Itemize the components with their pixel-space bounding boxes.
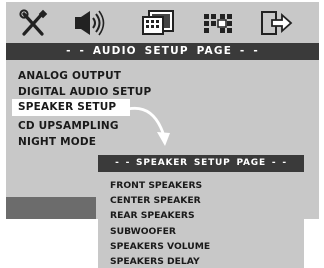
submenu-item-speakers-delay[interactable]: SPEAKERS DELAY	[110, 255, 200, 268]
tools-icon[interactable]	[16, 8, 52, 38]
menu-item-speaker-setup[interactable]: SPEAKER SETUP	[18, 100, 116, 115]
panel-footer	[6, 197, 96, 219]
menu-item-cd-upsampling[interactable]: CD UPSAMPLING	[18, 119, 119, 134]
menu-item-digital-audio-setup[interactable]: DIGITAL AUDIO SETUP	[18, 85, 151, 100]
exit-icon[interactable]	[258, 8, 294, 38]
submenu-item-speakers-volume[interactable]: SPEAKERS VOLUME	[110, 240, 210, 253]
submenu-item-center-speaker[interactable]: CENTER SPEAKER	[110, 194, 201, 207]
submenu-item-subwoofer[interactable]: SUBWOOFER	[110, 225, 176, 238]
submenu-item-front-speakers[interactable]: FRONT SPEAKERS	[110, 179, 202, 192]
submenu-item-rear-speakers[interactable]: REAR SPEAKERS	[110, 209, 195, 222]
menu-item-analog-output[interactable]: ANALOG OUTPUT	[18, 69, 121, 84]
video-screen-icon[interactable]	[140, 8, 176, 38]
setup-icon-bar	[6, 2, 319, 43]
preference-grid-icon[interactable]	[200, 8, 236, 38]
audio-setup-title: - - AUDIO SETUP PAGE - -	[6, 43, 319, 60]
speaker-setup-title: - - SPEAKER SETUP PAGE - -	[98, 155, 304, 172]
menu-item-night-mode[interactable]: NIGHT MODE	[18, 135, 96, 150]
speaker-icon[interactable]	[72, 8, 108, 38]
